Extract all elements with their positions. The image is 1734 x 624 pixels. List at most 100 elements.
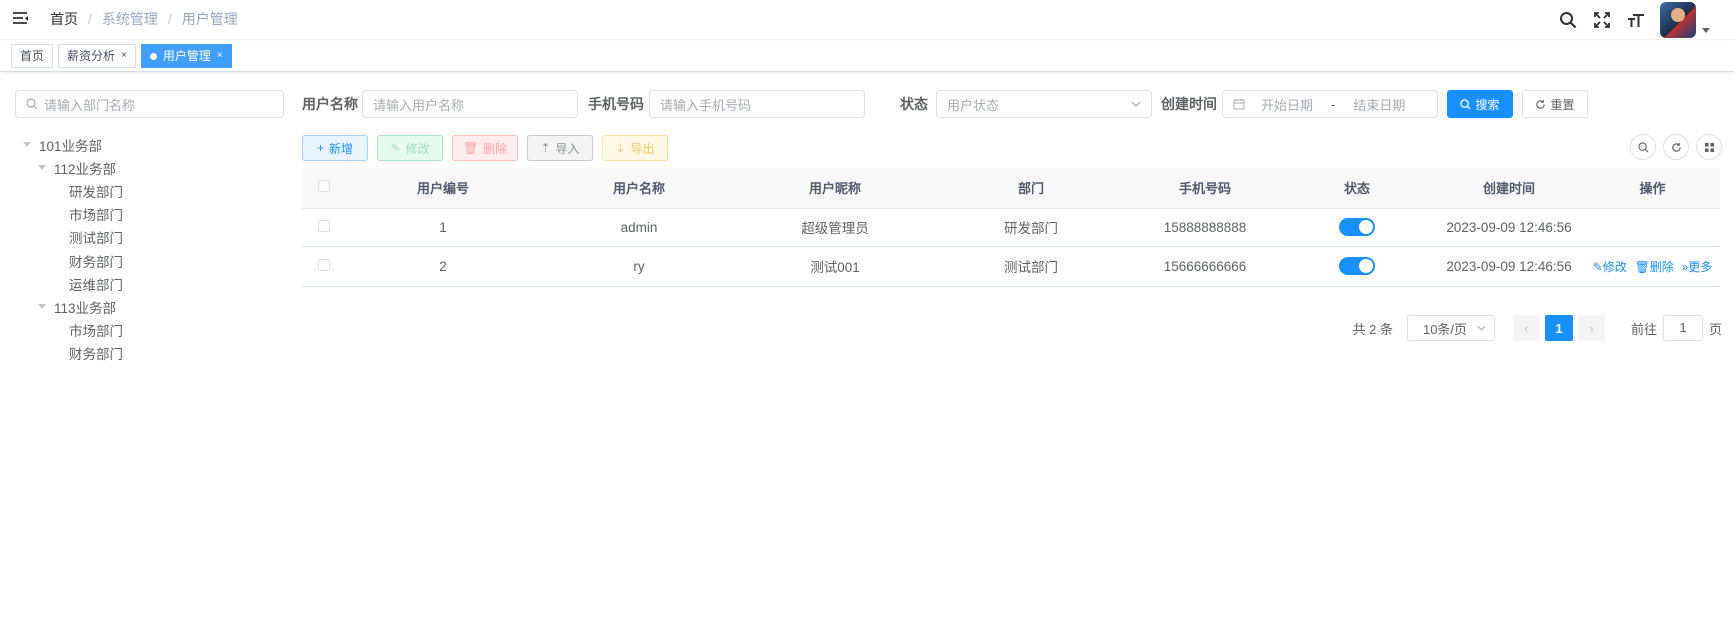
trash-icon: 🗑 bbox=[1634, 259, 1650, 274]
columns-button[interactable] bbox=[1696, 134, 1722, 160]
search-icon[interactable] bbox=[1558, 10, 1578, 30]
row-checkbox[interactable] bbox=[317, 219, 330, 232]
cell-dept: 测试部门 bbox=[933, 246, 1129, 287]
tag-salary-analysis[interactable]: 薪资分析 × bbox=[58, 44, 136, 68]
close-icon[interactable]: × bbox=[217, 45, 223, 67]
tree-node-label: 112业务部 bbox=[54, 161, 117, 177]
tree-node[interactable]: 市场部门 bbox=[15, 203, 284, 226]
tree-node[interactable]: 财务部门 bbox=[15, 249, 284, 272]
cell-nickname: 超级管理员 bbox=[737, 208, 933, 247]
status-toggle[interactable] bbox=[1339, 218, 1375, 236]
navbar: 首页 / 系统管理 / 用户管理 bbox=[0, 0, 1734, 40]
search-button-label: 搜索 bbox=[1475, 97, 1500, 112]
cell-dept: 研发部门 bbox=[933, 208, 1129, 247]
tree-node[interactable]: 财务部门 bbox=[15, 342, 284, 365]
row-checkbox[interactable] bbox=[317, 258, 330, 271]
cell-user-id: 2 bbox=[345, 246, 541, 287]
reset-button[interactable]: 重置 bbox=[1522, 90, 1588, 118]
page-number-button[interactable]: 1 bbox=[1544, 315, 1573, 341]
breadcrumb: 首页 / 系统管理 / 用户管理 bbox=[50, 9, 238, 29]
end-date-placeholder: 结束日期 bbox=[1353, 97, 1406, 113]
edit-label: 修改 bbox=[405, 141, 430, 156]
dept-panel: 请输入部门名称 101业务部 112业务部 研发部门 市场部门 测试部门 财务部门 运维部门… bbox=[15, 90, 284, 365]
search-form: 用户名称 请输入用户名称 手机号码 请输入手机号码 状态 用户状态 创建时间 开… bbox=[302, 90, 1722, 118]
phone-input[interactable]: 请输入手机号码 bbox=[649, 90, 865, 118]
username-input[interactable]: 请输入用户名称 bbox=[362, 90, 578, 118]
range-separator: - bbox=[1331, 96, 1336, 112]
tag-label: 用户管理 bbox=[162, 49, 211, 63]
column-header: 用户名称 bbox=[541, 168, 737, 209]
edit-icon: ✎ bbox=[390, 141, 401, 155]
search-button[interactable]: 搜索 bbox=[1447, 90, 1513, 118]
row-delete-link[interactable]: 🗑删除 bbox=[1635, 260, 1674, 274]
import-button[interactable]: ⇡ 导入 bbox=[527, 135, 593, 161]
edit-icon: ✎ bbox=[1592, 259, 1603, 274]
close-icon[interactable]: × bbox=[121, 45, 127, 67]
tree-node[interactable]: 测试部门 bbox=[15, 226, 284, 249]
chevron-down-icon[interactable] bbox=[1702, 27, 1710, 33]
caret-down-icon[interactable] bbox=[38, 304, 46, 310]
fullscreen-icon[interactable] bbox=[1592, 10, 1612, 30]
status-placeholder: 用户状态 bbox=[947, 97, 1000, 113]
tree-node-label: 研发部门 bbox=[69, 184, 123, 200]
tree-node[interactable]: 112业务部 bbox=[15, 156, 284, 179]
delete-button[interactable]: 🗑 删除 bbox=[452, 135, 518, 161]
delete-label: 删除 bbox=[483, 141, 508, 156]
import-label: 导入 bbox=[555, 141, 580, 156]
tag-label: 首页 bbox=[20, 49, 45, 63]
tag-home[interactable]: 首页 bbox=[11, 44, 54, 68]
tag-user-management[interactable]: 用户管理 × bbox=[140, 44, 232, 68]
caret-down-icon[interactable] bbox=[38, 165, 46, 171]
tree-node-label: 市场部门 bbox=[69, 324, 123, 340]
page-size-value: 10条/页 bbox=[1422, 321, 1468, 337]
cell-nickname: 测试001 bbox=[737, 246, 933, 287]
start-date-placeholder: 开始日期 bbox=[1261, 97, 1314, 113]
column-header: 用户编号 bbox=[345, 168, 541, 209]
row-edit-link[interactable]: ✎修改 bbox=[1593, 260, 1627, 274]
tree-node-label: 市场部门 bbox=[69, 208, 123, 224]
avatar[interactable] bbox=[1660, 2, 1696, 38]
hamburger-icon[interactable] bbox=[12, 10, 30, 28]
breadcrumb-home[interactable]: 首页 bbox=[50, 9, 78, 29]
tree-node-label: 财务部门 bbox=[69, 347, 123, 363]
refresh-button[interactable] bbox=[1663, 134, 1689, 160]
chevron-down-icon bbox=[1131, 101, 1141, 107]
cell-phone: 15888888888 bbox=[1129, 208, 1281, 247]
prev-page-button[interactable]: ‹ bbox=[1512, 315, 1540, 341]
tree-node[interactable]: 研发部门 bbox=[15, 179, 284, 202]
dept-search-input[interactable]: 请输入部门名称 bbox=[15, 90, 284, 118]
font-size-icon[interactable] bbox=[1626, 10, 1646, 30]
username-label: 用户名称 bbox=[302, 96, 358, 112]
page-unit-label: 页 bbox=[1708, 321, 1722, 337]
tree-node[interactable]: 运维部门 bbox=[15, 272, 284, 295]
page-size-select[interactable]: 10条/页 bbox=[1406, 315, 1495, 341]
refresh-icon bbox=[1671, 142, 1681, 152]
tree-node[interactable]: 101业务部 bbox=[15, 133, 284, 156]
toggle-search-button[interactable] bbox=[1630, 134, 1656, 160]
cell-ops bbox=[1585, 208, 1720, 247]
search-icon bbox=[1637, 141, 1648, 152]
edit-button[interactable]: ✎ 修改 bbox=[377, 135, 443, 161]
add-button[interactable]: + 新增 bbox=[302, 135, 368, 161]
caret-down-icon[interactable] bbox=[23, 142, 31, 148]
row-more-link[interactable]: »更多 bbox=[1682, 260, 1713, 274]
export-button[interactable]: ⇣ 导出 bbox=[602, 135, 668, 161]
trash-icon: 🗑 bbox=[462, 141, 479, 155]
tree-node[interactable]: 市场部门 bbox=[15, 319, 284, 342]
goto-page-input[interactable]: 1 bbox=[1662, 315, 1703, 341]
add-label: 新增 bbox=[329, 141, 354, 156]
next-page-button[interactable]: › bbox=[1577, 315, 1605, 341]
tree-node-label: 测试部门 bbox=[69, 231, 123, 247]
date-range-picker[interactable]: 开始日期 - 结束日期 bbox=[1222, 90, 1438, 118]
status-toggle[interactable] bbox=[1339, 257, 1375, 275]
goto-label: 前往 bbox=[1630, 321, 1657, 337]
tree-node[interactable]: 113业务部 bbox=[15, 295, 284, 318]
tag-label: 薪资分析 bbox=[67, 49, 116, 63]
status-select[interactable]: 用户状态 bbox=[936, 90, 1152, 118]
cell-phone: 15666666666 bbox=[1129, 246, 1281, 287]
pagination: 共 2 条 10条/页 ‹ 1 › 前往 1 页 bbox=[1353, 315, 1722, 341]
tree-node-label: 财务部门 bbox=[69, 254, 123, 270]
username-placeholder: 请输入用户名称 bbox=[373, 97, 465, 113]
select-all-checkbox[interactable] bbox=[317, 180, 330, 193]
main-content: 用户名称 请输入用户名称 手机号码 请输入手机号码 状态 用户状态 创建时间 开… bbox=[302, 90, 1722, 341]
